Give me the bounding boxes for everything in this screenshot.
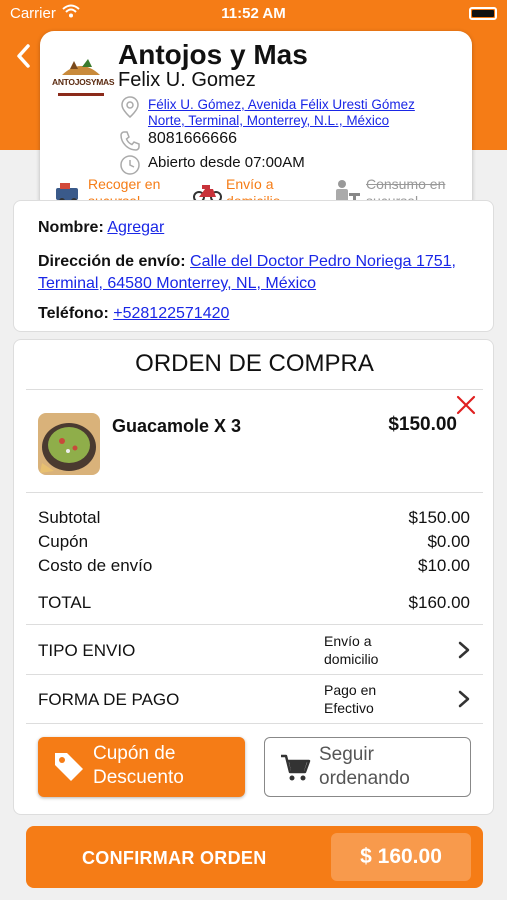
- remove-item-button[interactable]: [455, 394, 477, 416]
- cart-icon: [281, 754, 311, 781]
- coupon-button-label: Cupón de Descuento: [93, 743, 184, 788]
- divider: [26, 723, 483, 724]
- shipping-type-row[interactable]: TIPO ENVIO Envío a domicilio: [26, 626, 483, 674]
- back-button[interactable]: [14, 42, 38, 72]
- chevron-right-icon: [458, 641, 470, 659]
- subtotal-value: $150.00: [408, 508, 470, 527]
- total-label: TOTAL: [38, 593, 92, 612]
- payment-method-row[interactable]: FORMA DE PAGO Pago en Efectivo: [26, 675, 483, 723]
- battery-icon: [469, 7, 497, 20]
- continue-ordering-label: Seguir ordenando: [319, 744, 410, 789]
- item-name: Guacamole X 3: [112, 416, 242, 436]
- address-link[interactable]: Félix U. Gómez, Avenida Félix Uresti Góm…: [148, 97, 453, 129]
- item-image: [38, 413, 100, 475]
- coupon-label: Cupón: [38, 532, 89, 551]
- confirm-total: $ 160.00: [331, 833, 471, 881]
- restaurant-owner: Felix U. Gomez: [118, 69, 256, 91]
- restaurant-card: ANTOJOSYMAS Antojos y Mas Felix U. Gomez…: [40, 31, 472, 213]
- shipping-type-label: TIPO ENVIO: [38, 641, 136, 660]
- shipping-type-value: Envío a domicilio: [324, 633, 379, 667]
- customer-phone-row: Teléfono: +528122571420: [38, 303, 229, 325]
- shipping-cost-value: $10.00: [418, 556, 470, 575]
- customer-name-label: Nombre:: [38, 219, 104, 236]
- coupon-value: $0.00: [427, 532, 470, 551]
- location-pin-icon: [121, 96, 139, 118]
- status-bar: Carrier 11:52 AM: [0, 0, 507, 28]
- customer-address-label: Dirección de envío:: [38, 253, 186, 270]
- order-card: ORDEN DE COMPRA Guacamole X 3 $150.00 Su…: [13, 339, 494, 815]
- coupon-button[interactable]: Cupón de Descuento: [38, 737, 245, 797]
- confirm-order-button[interactable]: CONFIRMAR ORDEN $ 160.00: [26, 826, 483, 888]
- clock-time: 11:52 AM: [221, 5, 286, 22]
- total-value: $160.00: [408, 593, 470, 612]
- logo-text: ANTOJOSYMAS: [52, 77, 115, 87]
- customer-phone-label: Teléfono:: [38, 305, 109, 322]
- divider: [26, 624, 483, 625]
- subtotal-label: Subtotal: [38, 508, 101, 527]
- continue-ordering-button[interactable]: Seguir ordenando: [264, 737, 471, 797]
- phone-number[interactable]: 8081666666: [148, 131, 453, 147]
- payment-method-value: Pago en Efectivo: [324, 682, 377, 716]
- customer-phone-link[interactable]: +528122571420: [113, 305, 229, 322]
- chevron-left-icon: [17, 44, 30, 68]
- item-price: $150.00: [388, 414, 457, 435]
- order-title: ORDEN DE COMPRA: [135, 350, 374, 377]
- divider: [26, 389, 483, 390]
- shipping-cost-label: Costo de envío: [38, 556, 153, 575]
- chevron-right-icon: [458, 690, 470, 708]
- tag-icon: [55, 753, 83, 781]
- add-name-link[interactable]: Agregar: [107, 219, 164, 236]
- customer-name-row: Nombre: Agregar: [38, 217, 164, 239]
- clock-icon: [120, 155, 140, 175]
- payment-method-label: FORMA DE PAGO: [38, 690, 180, 709]
- customer-info-card: Nombre: Agregar Dirección de envío: Call…: [13, 200, 494, 332]
- phone-icon: [120, 131, 140, 151]
- close-icon: [456, 395, 476, 415]
- restaurant-logo: ANTOJOSYMAS: [52, 49, 115, 109]
- customer-address-row: Dirección de envío: Calle del Doctor Ped…: [38, 251, 458, 295]
- hours-text: Abierto desde 07:00AM: [148, 154, 305, 171]
- divider: [26, 492, 483, 493]
- restaurant-name: Antojos y Mas: [118, 39, 308, 70]
- confirm-order-label: CONFIRMAR ORDEN: [82, 848, 267, 868]
